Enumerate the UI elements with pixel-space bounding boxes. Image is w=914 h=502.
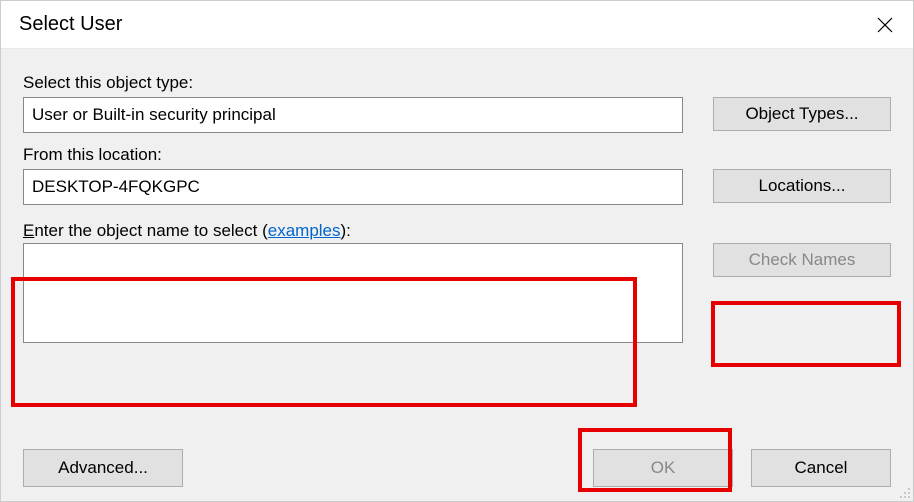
check-names-wrap: Check Names	[713, 243, 891, 277]
close-icon	[877, 17, 893, 33]
locations-button[interactable]: Locations...	[713, 169, 891, 203]
object-name-label: Enter the object name to select (example…	[23, 221, 891, 241]
object-type-label: Select this object type:	[23, 73, 891, 93]
location-row: DESKTOP-4FQKGPC Locations...	[23, 169, 891, 205]
object-types-button[interactable]: Object Types...	[713, 97, 891, 131]
object-name-input[interactable]	[23, 243, 683, 343]
examples-link[interactable]: examples	[268, 221, 341, 240]
object-name-row: Check Names	[23, 243, 891, 343]
bottom-button-row: Advanced... OK Cancel	[23, 449, 891, 487]
advanced-button[interactable]: Advanced...	[23, 449, 183, 487]
titlebar: Select User	[1, 1, 913, 49]
object-type-field: User or Built-in security principal	[23, 97, 683, 133]
dialog-body: Select this object type: User or Built-i…	[1, 49, 913, 501]
location-field: DESKTOP-4FQKGPC	[23, 169, 683, 205]
object-name-label-suffix: ):	[341, 221, 351, 240]
object-type-row: User or Built-in security principal Obje…	[23, 97, 891, 133]
resize-grip-icon	[897, 485, 911, 499]
dialog-title: Select User	[19, 13, 122, 36]
select-user-dialog: Select User Select this object type: Use…	[0, 0, 914, 502]
cancel-button[interactable]: Cancel	[751, 449, 891, 487]
ok-button[interactable]: OK	[593, 449, 733, 487]
check-names-button[interactable]: Check Names	[713, 243, 891, 277]
object-name-label-text: nter the object name to select (	[34, 221, 267, 240]
close-button[interactable]	[857, 1, 913, 49]
object-name-mnemonic: E	[23, 221, 34, 240]
location-label: From this location:	[23, 145, 891, 165]
